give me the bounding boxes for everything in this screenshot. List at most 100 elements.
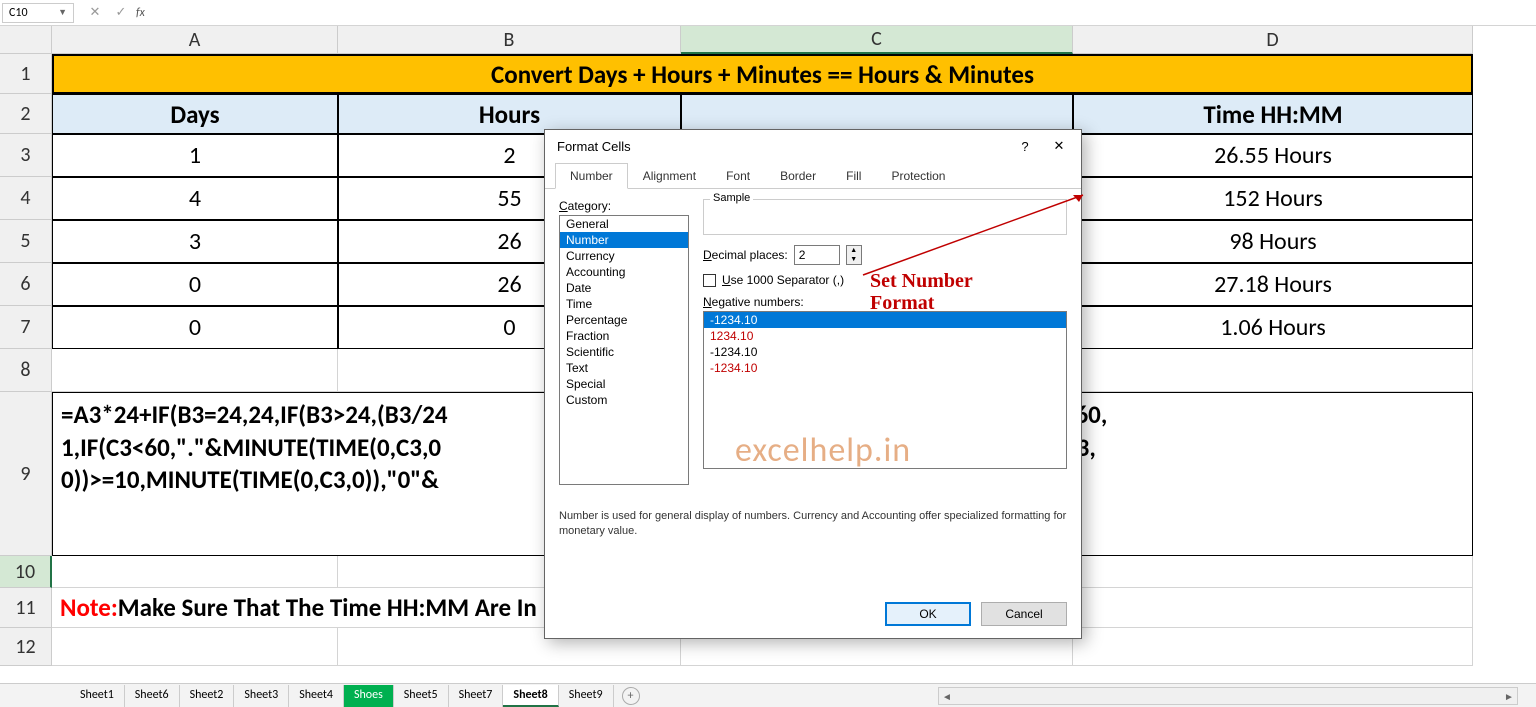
- horizontal-scrollbar[interactable]: ◄ ►: [938, 687, 1518, 705]
- row-header-2[interactable]: 2: [0, 94, 52, 134]
- dialog-tab-protection[interactable]: Protection: [876, 163, 960, 189]
- row-header-6[interactable]: 6: [0, 263, 52, 306]
- watermark: excelhelp.in: [735, 430, 911, 471]
- sheet-tab-shoes[interactable]: Shoes: [344, 685, 394, 707]
- dialog-tab-alignment[interactable]: Alignment: [628, 163, 711, 189]
- cancel-button[interactable]: Cancel: [981, 602, 1067, 626]
- category-description: Number is used for general display of nu…: [559, 509, 1067, 539]
- negative-option-1[interactable]: 1234.10: [704, 328, 1066, 344]
- category-item-fraction[interactable]: Fraction: [560, 328, 688, 344]
- fx-controls: ✕ ✓ fx: [82, 3, 145, 23]
- col-header-B[interactable]: B: [338, 26, 681, 54]
- col-header-C[interactable]: C: [681, 26, 1073, 54]
- row-header-10[interactable]: 10: [0, 556, 52, 588]
- negative-option-2[interactable]: -1234.10: [704, 344, 1066, 360]
- row-header-11[interactable]: 11: [0, 588, 52, 628]
- category-item-accounting[interactable]: Accounting: [560, 264, 688, 280]
- dialog-tab-border[interactable]: Border: [765, 163, 831, 189]
- category-item-custom[interactable]: Custom: [560, 392, 688, 408]
- row-header-3[interactable]: 3: [0, 134, 52, 177]
- fx-icon[interactable]: fx: [136, 6, 145, 20]
- sheet-tab-sheet3[interactable]: Sheet3: [234, 685, 289, 707]
- dialog-title: Format Cells: [557, 139, 631, 154]
- sheet-tab-sheet4[interactable]: Sheet4: [289, 685, 344, 707]
- col-header-D[interactable]: D: [1073, 26, 1473, 54]
- decimal-places-input[interactable]: [794, 245, 840, 265]
- cell-d7[interactable]: 1.06 Hours: [1073, 306, 1473, 349]
- cell-a7[interactable]: 0: [52, 306, 338, 349]
- dialog-tab-fill[interactable]: Fill: [831, 163, 876, 189]
- enter-formula-icon: ✓: [108, 3, 134, 23]
- cell-row12-3[interactable]: [1073, 628, 1473, 666]
- category-item-special[interactable]: Special: [560, 376, 688, 392]
- negative-option-3[interactable]: -1234.10: [704, 360, 1066, 376]
- sheet-tab-sheet2[interactable]: Sheet2: [180, 685, 235, 707]
- name-box-value: C10: [9, 6, 28, 20]
- thousand-separator-checkbox[interactable]: [703, 274, 716, 287]
- category-item-currency[interactable]: Currency: [560, 248, 688, 264]
- row-header-8[interactable]: 8: [0, 349, 52, 392]
- negative-option-0[interactable]: -1234.10: [704, 312, 1066, 328]
- sheet-tab-sheet6[interactable]: Sheet6: [125, 685, 180, 707]
- cell-a4[interactable]: 4: [52, 177, 338, 220]
- cell-a3[interactable]: 1: [52, 134, 338, 177]
- cell-d3[interactable]: 26.55 Hours: [1073, 134, 1473, 177]
- cell-d5[interactable]: 98 Hours: [1073, 220, 1473, 263]
- category-list[interactable]: GeneralNumberCurrencyAccountingDateTimeP…: [559, 215, 689, 485]
- annotation-arrow: [858, 190, 1088, 280]
- category-item-scientific[interactable]: Scientific: [560, 344, 688, 360]
- sheet-tab-bar: Sheet1Sheet6Sheet2Sheet3Sheet4ShoesSheet…: [0, 683, 1536, 707]
- thousand-separator-label: Use 1000 Separator (,): [722, 273, 844, 287]
- dialog-tab-number[interactable]: Number: [555, 163, 628, 189]
- header-c[interactable]: [681, 94, 1073, 134]
- title-cell[interactable]: Convert Days + Hours + Minutes == Hours …: [52, 54, 1473, 94]
- cell-row8-0[interactable]: [52, 349, 338, 392]
- sheet-tab-sheet7[interactable]: Sheet7: [449, 685, 504, 707]
- cancel-formula-icon: ✕: [82, 3, 108, 23]
- add-sheet-button[interactable]: +: [622, 687, 640, 705]
- category-item-general[interactable]: General: [560, 216, 688, 232]
- row-header-4[interactable]: 4: [0, 177, 52, 220]
- cell-row12-0[interactable]: [52, 628, 338, 666]
- name-box-dropdown-icon[interactable]: ▼: [58, 7, 67, 18]
- dialog-help-icon[interactable]: ?: [1011, 136, 1039, 156]
- row-header-9[interactable]: 9: [0, 392, 52, 556]
- note-label: Note:: [60, 592, 118, 623]
- category-item-number[interactable]: Number: [560, 232, 688, 248]
- scroll-left-icon[interactable]: ◄: [939, 690, 955, 703]
- dialog-close-icon[interactable]: ✕: [1045, 136, 1073, 156]
- decimal-places-label: Decimal places:: [703, 248, 788, 262]
- cell-d6[interactable]: 27.18 Hours: [1073, 263, 1473, 306]
- cell-row8-3[interactable]: [1073, 349, 1473, 392]
- header-hours[interactable]: Hours: [338, 94, 681, 134]
- row-header-5[interactable]: 5: [0, 220, 52, 263]
- sheet-tab-sheet1[interactable]: Sheet1: [70, 685, 125, 707]
- sheet-tab-sheet9[interactable]: Sheet9: [559, 685, 614, 707]
- row-header-7[interactable]: 7: [0, 306, 52, 349]
- cell-a10[interactable]: [52, 556, 338, 588]
- header-time[interactable]: Time HH:MM: [1073, 94, 1473, 134]
- sheet-tab-sheet8[interactable]: Sheet8: [503, 685, 558, 707]
- category-item-percentage[interactable]: Percentage: [560, 312, 688, 328]
- cell-a6[interactable]: 0: [52, 263, 338, 306]
- cell-d4[interactable]: 152 Hours: [1073, 177, 1473, 220]
- col-header-A[interactable]: A: [52, 26, 338, 54]
- category-item-time[interactable]: Time: [560, 296, 688, 312]
- row-header-1[interactable]: 1: [0, 54, 52, 94]
- scroll-right-icon[interactable]: ►: [1501, 690, 1517, 703]
- sheet-tab-sheet5[interactable]: Sheet5: [394, 685, 449, 707]
- category-item-date[interactable]: Date: [560, 280, 688, 296]
- category-item-text[interactable]: Text: [560, 360, 688, 376]
- select-all-corner[interactable]: [0, 26, 52, 54]
- formula-bar: C10 ▼ ✕ ✓ fx: [0, 0, 1536, 26]
- name-box[interactable]: C10 ▼: [2, 3, 74, 23]
- ok-button[interactable]: OK: [885, 602, 971, 626]
- cell-d10[interactable]: [1073, 556, 1473, 588]
- header-days[interactable]: Days: [52, 94, 338, 134]
- annotation-text: Set NumberFormat: [870, 270, 973, 314]
- cell-a5[interactable]: 3: [52, 220, 338, 263]
- dialog-tab-font[interactable]: Font: [711, 163, 765, 189]
- dialog-titlebar[interactable]: Format Cells ? ✕: [545, 130, 1081, 162]
- row-header-12[interactable]: 12: [0, 628, 52, 666]
- sample-label: Sample: [710, 192, 753, 204]
